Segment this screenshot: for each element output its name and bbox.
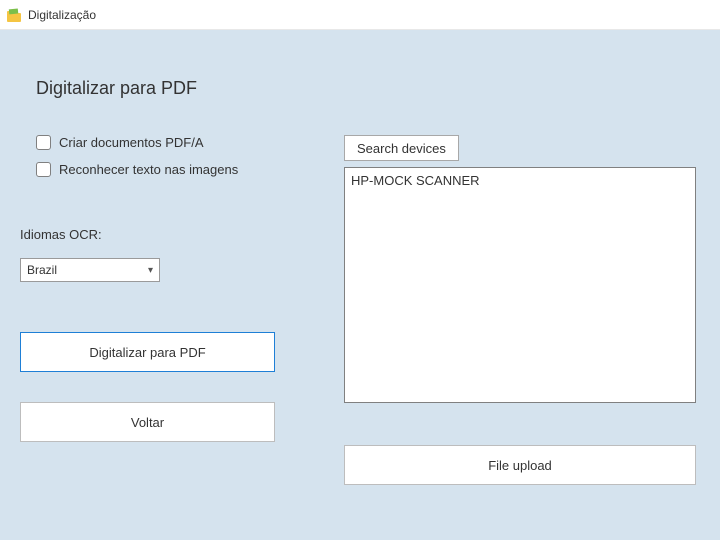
checkbox-ocr[interactable]: Reconhecer texto nas imagens xyxy=(36,162,320,177)
page-heading: Digitalizar para PDF xyxy=(36,78,700,99)
file-upload-button[interactable]: File upload xyxy=(344,445,696,485)
titlebar: Digitalização xyxy=(0,0,720,30)
ocr-language-selected: Brazil xyxy=(27,263,57,277)
back-button[interactable]: Voltar xyxy=(20,402,275,442)
devices-column: Search devices HP-MOCK SCANNER File uplo… xyxy=(344,135,700,485)
checkbox-ocr-label: Reconhecer texto nas imagens xyxy=(59,162,238,177)
app-icon xyxy=(6,7,22,23)
ocr-languages-label: Idiomas OCR: xyxy=(20,227,320,242)
device-list[interactable]: HP-MOCK SCANNER xyxy=(344,167,696,403)
window-title: Digitalização xyxy=(28,8,96,22)
back-button-label: Voltar xyxy=(131,415,164,430)
content-area: Digitalizar para PDF Criar documentos PD… xyxy=(0,30,720,540)
checkbox-pdfa-label: Criar documentos PDF/A xyxy=(59,135,204,150)
scan-to-pdf-button[interactable]: Digitalizar para PDF xyxy=(20,332,275,372)
ocr-language-select[interactable]: Brazil ▾ xyxy=(20,258,160,282)
checkbox-pdfa[interactable]: Criar documentos PDF/A xyxy=(36,135,320,150)
device-item-label: HP-MOCK SCANNER xyxy=(351,173,480,188)
search-devices-button[interactable]: Search devices xyxy=(344,135,459,161)
options-column: Criar documentos PDF/A Reconhecer texto … xyxy=(20,135,320,485)
file-upload-label: File upload xyxy=(488,458,552,473)
checkbox-box-icon xyxy=(36,162,51,177)
checkbox-box-icon xyxy=(36,135,51,150)
search-devices-label: Search devices xyxy=(357,141,446,156)
device-item[interactable]: HP-MOCK SCANNER xyxy=(351,172,689,189)
scan-to-pdf-label: Digitalizar para PDF xyxy=(89,345,205,360)
chevron-down-icon: ▾ xyxy=(148,265,153,276)
